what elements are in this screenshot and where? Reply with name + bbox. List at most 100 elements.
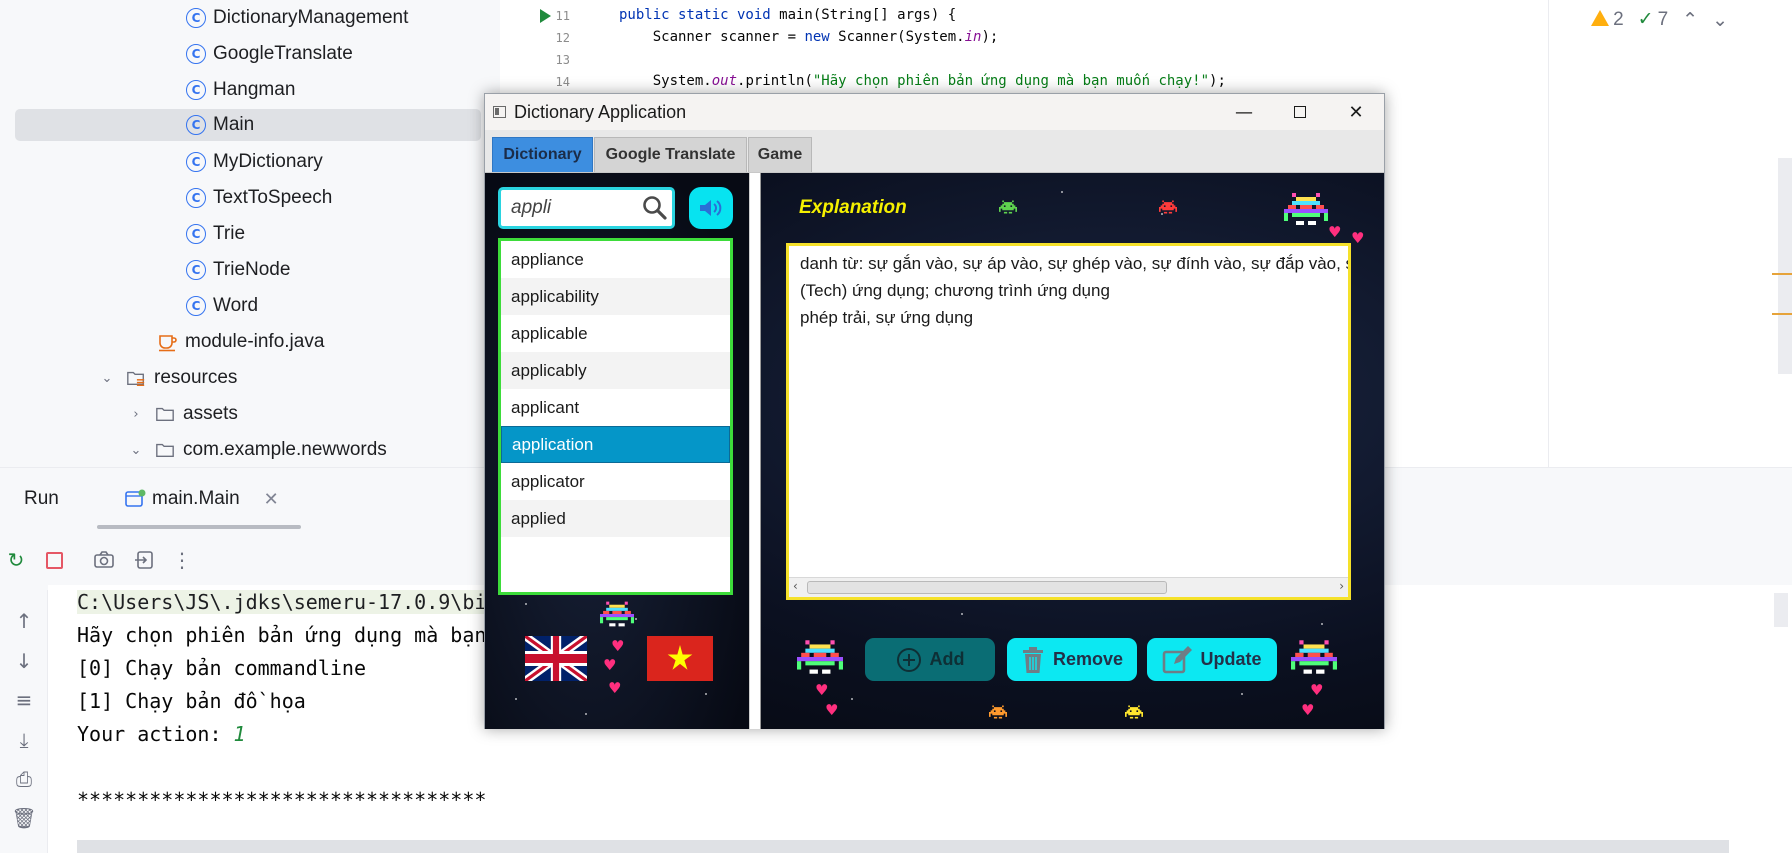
tab-google-translate[interactable]: Google Translate xyxy=(594,137,747,172)
tree-item-label: DictionaryManagement xyxy=(213,7,409,28)
explanation-textarea[interactable]: danh từ: sự gắn vào, sự áp vào, sự ghép … xyxy=(786,243,1351,600)
line-number: 13 xyxy=(555,53,570,67)
scrollbar-thumb[interactable] xyxy=(807,581,1167,594)
console-scrollbar[interactable] xyxy=(1774,593,1788,627)
search-input-value: appli xyxy=(511,197,552,218)
list-item[interactable]: applicability xyxy=(501,278,730,315)
tree-item-label: Word xyxy=(213,295,259,316)
class-icon: C xyxy=(186,80,206,100)
tab-game[interactable]: Game xyxy=(748,137,812,172)
tree-item-trie[interactable]: C Trie xyxy=(186,218,245,250)
uk-flag-icon[interactable] xyxy=(525,636,587,681)
minimize-button[interactable]: — xyxy=(1216,94,1272,130)
run-title[interactable]: Run xyxy=(24,488,59,510)
chevron-right-icon[interactable]: › xyxy=(129,407,143,422)
vietnam-flag-icon[interactable] xyxy=(647,636,713,681)
folder-icon xyxy=(156,407,174,422)
run-sidebar: ↑ ↓ ≡ ⤓ ⎙ 🗑 xyxy=(0,590,48,853)
class-icon: C xyxy=(186,44,206,64)
explanation-title: Explanation xyxy=(799,197,907,218)
word-search-panel: appli appliance applicability applicable… xyxy=(485,173,749,729)
search-input[interactable]: appli xyxy=(498,187,675,229)
editor-right-strip: 2 ✓ 7 ⌃ ⌄ xyxy=(1548,0,1792,467)
resources-folder-icon xyxy=(127,371,145,386)
close-button[interactable]: ✕ xyxy=(1328,94,1384,130)
tree-item-label: assets xyxy=(183,403,238,424)
tree-item-com-example-newwords[interactable]: ⌄ com.example.newwords xyxy=(129,434,387,466)
tree-item-texttospeech[interactable]: C TextToSpeech xyxy=(186,182,332,214)
heart-icon: ♥ xyxy=(1328,223,1342,241)
heart-icon: ♥ xyxy=(825,701,839,719)
add-button[interactable]: Add xyxy=(865,638,995,681)
chevron-down-icon[interactable]: ⌄ xyxy=(129,443,143,458)
chevron-up-icon[interactable]: ⌃ xyxy=(1682,9,1698,31)
list-item[interactable]: appliance xyxy=(501,241,730,278)
tree-item-label: TrieNode xyxy=(213,259,291,280)
speak-button[interactable] xyxy=(689,187,733,229)
search-icon[interactable] xyxy=(642,195,668,221)
app-body: appli appliance applicability applicable… xyxy=(485,173,1384,729)
tree-item-googletranslate[interactable]: C GoogleTranslate xyxy=(186,38,353,70)
scroll-left-icon[interactable]: ‹ xyxy=(793,579,798,593)
invader-sprite-icon xyxy=(600,601,634,627)
list-item-empty xyxy=(501,537,730,574)
app-titlebar[interactable]: Dictionary Application — ✕ xyxy=(485,94,1384,130)
line-number: 12 xyxy=(555,31,570,45)
horizontal-scrollbar[interactable]: ‹ › xyxy=(789,577,1348,597)
tree-item-module-info[interactable]: module-info.java xyxy=(157,326,324,358)
update-button[interactable]: Update xyxy=(1147,638,1277,681)
tree-item-dictionarymanagement[interactable]: C DictionaryManagement xyxy=(186,2,408,34)
tree-item-word[interactable]: C Word xyxy=(186,290,258,322)
scroll-marker xyxy=(1772,313,1792,315)
tree-item-hangman[interactable]: C Hangman xyxy=(186,74,295,106)
word-list[interactable]: appliance applicability applicable appli… xyxy=(498,238,733,595)
stop-icon[interactable] xyxy=(40,546,68,574)
tree-item-main[interactable]: C Main xyxy=(15,109,481,141)
list-item[interactable]: applicably xyxy=(501,352,730,389)
list-item[interactable]: applicable xyxy=(501,315,730,352)
maximize-button[interactable] xyxy=(1272,94,1328,130)
more-options-icon[interactable]: ⋮ xyxy=(168,546,196,574)
inspection-widget[interactable]: 2 ✓ 7 ⌃ ⌄ xyxy=(1591,8,1728,31)
arrow-up-icon[interactable]: ↑ xyxy=(10,607,38,635)
folder-icon xyxy=(156,443,174,458)
console-line: C:\Users\JS\.jdks\semeru-17.0.9\bi xyxy=(77,590,493,614)
tree-item-label: Main xyxy=(213,114,255,135)
close-icon[interactable]: ✕ xyxy=(264,489,279,510)
chevron-down-icon[interactable]: ⌄ xyxy=(100,371,114,386)
class-icon: C xyxy=(186,8,206,28)
tree-item-trienode[interactable]: C TrieNode xyxy=(186,254,290,286)
update-button-label: Update xyxy=(1200,649,1262,669)
scroll-to-end-icon[interactable]: ⤓ xyxy=(10,726,38,754)
list-item[interactable]: applied xyxy=(501,500,730,537)
explanation-panel: Explanation ♥ ♥ danh từ: sự gắn vào, sự … xyxy=(761,173,1384,729)
line-number: 14 xyxy=(555,75,570,89)
print-icon[interactable]: ⎙ xyxy=(10,765,38,793)
run-gutter-icon[interactable] xyxy=(540,9,551,23)
soft-wrap-icon[interactable]: ≡ xyxy=(10,686,38,714)
camera-icon[interactable] xyxy=(90,546,118,574)
code-line: Scanner scanner = new Scanner(System.in)… xyxy=(619,29,999,45)
tree-item-mydictionary[interactable]: C MyDictionary xyxy=(186,146,323,178)
invader-sprite-icon xyxy=(1291,640,1337,674)
arrow-down-icon[interactable]: ↓ xyxy=(10,647,38,675)
trash-icon[interactable]: 🗑 xyxy=(10,804,38,832)
list-item[interactable]: applicator xyxy=(501,463,730,500)
run-tab-main[interactable]: main.Main ✕ xyxy=(124,488,279,510)
console-line: [0] Chạy bản commandline xyxy=(77,656,366,680)
list-item-selected[interactable]: application xyxy=(501,426,730,463)
tab-dictionary[interactable]: Dictionary xyxy=(492,137,593,172)
chevron-down-icon[interactable]: ⌄ xyxy=(1712,9,1728,31)
rerun-icon[interactable]: ↻ xyxy=(2,546,30,574)
list-item[interactable]: applicant xyxy=(501,389,730,426)
editor-scrollbar[interactable] xyxy=(1778,158,1792,374)
tree-item-assets[interactable]: › assets xyxy=(129,398,238,430)
remove-button[interactable]: Remove xyxy=(1007,638,1137,681)
split-pane-divider[interactable] xyxy=(749,173,761,729)
app-window-icon xyxy=(493,106,506,118)
scroll-right-icon[interactable]: › xyxy=(1339,579,1344,593)
console-input-bar[interactable] xyxy=(77,840,1729,853)
console-line: Hãy chọn phiên bản ứng dụng mà bạn xyxy=(77,623,487,647)
exit-icon[interactable] xyxy=(131,546,159,574)
tree-item-resources[interactable]: ⌄ resources xyxy=(100,362,238,394)
